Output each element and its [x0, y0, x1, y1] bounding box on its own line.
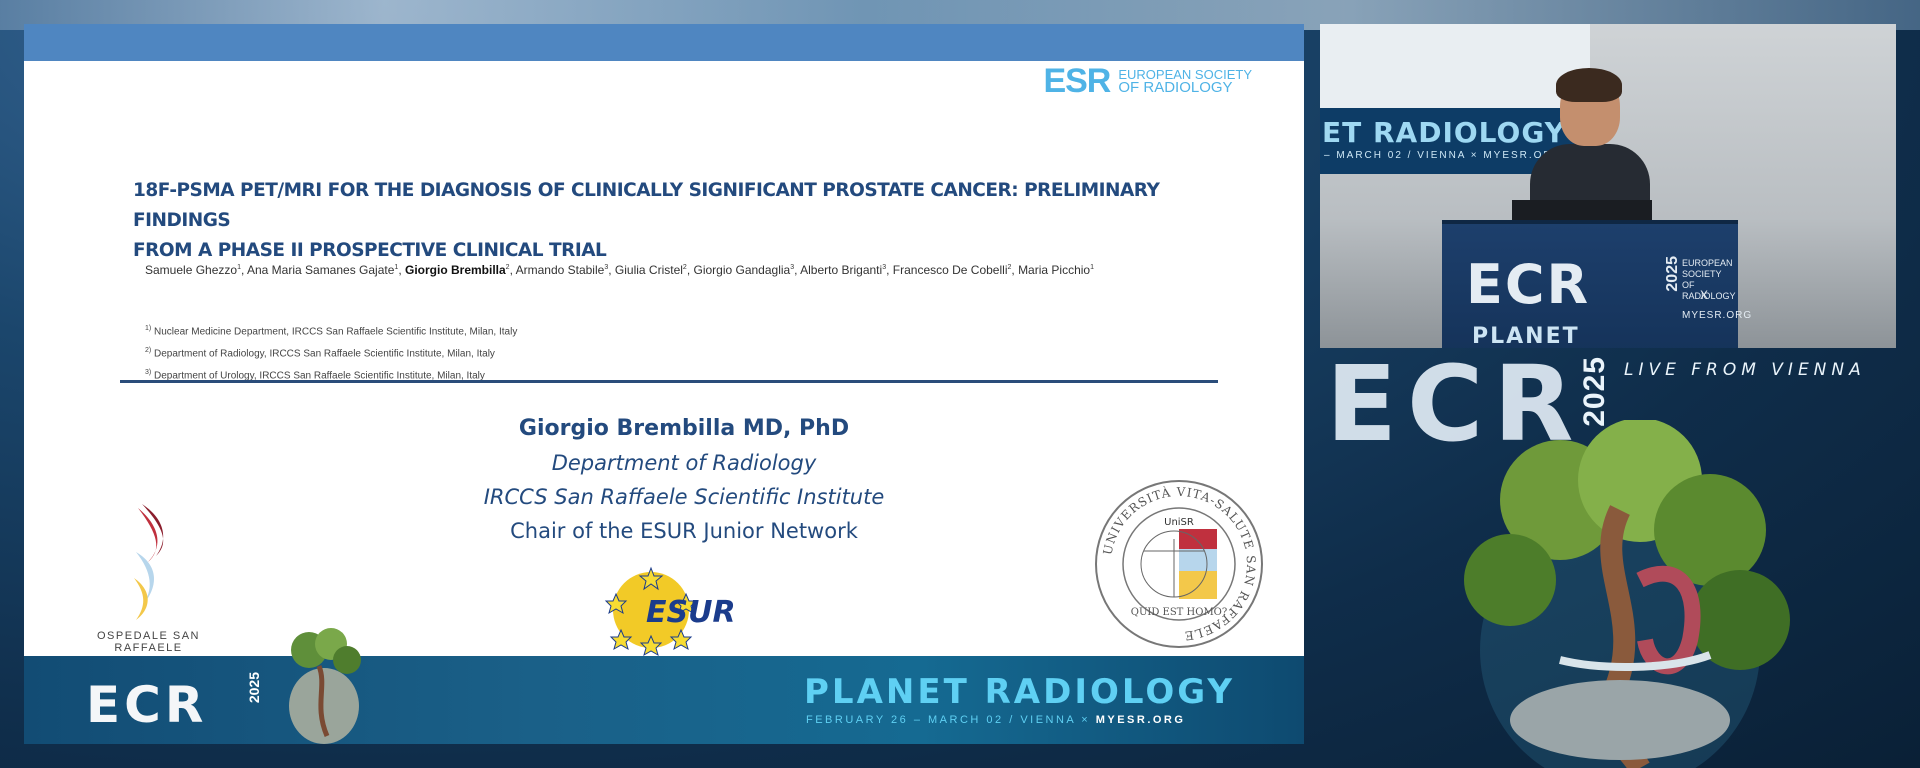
background-screen-slide	[1320, 24, 1590, 108]
author-affiliation-marker: 2	[682, 264, 687, 271]
ospedale-san-raffaele-logo: OSPEDALE SAN RAFFAELE	[76, 494, 221, 654]
footer-dates: FEBRUARY 26 – MARCH 02 / VIENNA × MYESR.…	[806, 714, 1185, 726]
speaker-hair	[1556, 68, 1622, 102]
live-from-vienna: LIVE FROM VIENNA	[1624, 360, 1866, 380]
ecr-logo-year: 2025	[1578, 356, 1611, 427]
author-name: Ana Maria Samanes Gajate	[246, 263, 395, 277]
podium: ECR 2025 PLANET EUROPEAN SOCIETY OF RADI…	[1442, 220, 1751, 348]
footer-planet-radiology: PLANET RADIOLOGY	[804, 672, 1236, 712]
affiliation-marker: 2)	[145, 347, 152, 354]
osr-flame-icon	[134, 504, 164, 620]
author-list: Samuele Ghezzo1, Ana Maria Samanes Gajat…	[145, 263, 1094, 277]
footer-planet-icon	[289, 628, 361, 744]
unisr-seal-logo: UNIVERSITÀ VITA-SALUTE SAN RAFFAELE UniS…	[1094, 479, 1264, 649]
author-affiliation-marker: 2	[505, 264, 510, 271]
slide-top-bar	[24, 24, 1304, 61]
author-affiliation-marker: 1	[237, 264, 241, 271]
esr-logo: ESR EUROPEAN SOCIETY OF RADIOLOGY	[1043, 64, 1252, 98]
author-affiliation-marker: 2	[1007, 264, 1012, 271]
footer-dates-text: FEBRUARY 26 – MARCH 02 / VIENNA ×	[806, 714, 1096, 726]
author-affiliation-marker: 3	[882, 264, 887, 271]
background-screen-dates: – MARCH 02 / VIENNA × MYESR.ORG	[1324, 150, 1563, 161]
podium-x: X	[1700, 288, 1709, 302]
footer-site: MYESR.ORG	[1095, 714, 1186, 726]
speaker-institute: IRCCS San Raffaele Scientific Institute	[483, 485, 885, 509]
talk-title-line1: 18F-PSMA PET/MRI FOR THE DIAGNOSIS OF CL…	[133, 180, 1160, 231]
footer-ecr-logo: ECR	[86, 676, 208, 734]
talk-title: 18F-PSMA PET/MRI FOR THE DIAGNOSIS OF CL…	[133, 176, 1233, 266]
author-affiliation-marker: 1	[1090, 264, 1094, 271]
affiliation-marker: 1)	[145, 325, 152, 332]
laptop	[1512, 200, 1652, 222]
author-name: Giorgio Brembilla	[404, 263, 506, 277]
speaker-role: Chair of the ESUR Junior Network	[510, 519, 858, 543]
unisr-seal-icon: UNIVERSITÀ VITA-SALUTE SAN RAFFAELE UniS…	[1095, 480, 1263, 648]
author-name: Maria Picchio	[1018, 263, 1091, 277]
author-name: Giorgio Gandaglia	[693, 263, 791, 277]
esr-logo-line2: OF RADIOLOGY	[1118, 79, 1233, 96]
speaker-block: Giorgio Brembilla MD, PhD Department of …	[384, 412, 984, 548]
author-name: Francesco De Cobelli	[892, 263, 1008, 277]
speaker-name: Giorgio Brembilla MD, PhD	[518, 416, 850, 441]
author-affiliation-marker: 3	[790, 264, 795, 271]
affiliation-2: 2) Department of Radiology, IRCCS San Ra…	[145, 347, 495, 360]
osr-label: OSPEDALE SAN RAFFAELE	[97, 630, 200, 654]
planet-tree-illustration	[1464, 420, 1790, 768]
esur-jn-logo: ESUR JN	[596, 564, 782, 659]
podium-ecr-logo: ECR	[1466, 253, 1591, 316]
affiliation-1: 1) Nuclear Medicine Department, IRCCS Sa…	[145, 325, 518, 338]
seal-center-text: UniSR	[1164, 517, 1194, 528]
speaker-camera-feed: ET RADIOLOGY – MARCH 02 / VIENNA × MYESR…	[1320, 24, 1896, 348]
esr-logo-mark: ESR	[1043, 62, 1111, 100]
affiliation-marker: 3)	[145, 369, 152, 376]
esur-jn-text: ESUR JN	[646, 595, 736, 630]
author-name: Samuele Ghezzo	[145, 263, 238, 277]
author-name: Giulia Cristel	[614, 263, 683, 277]
podium-site: MYESR.ORG	[1682, 310, 1753, 321]
author-name: Alberto Briganti	[800, 263, 883, 277]
background-screen-title: ET RADIOLOGY	[1322, 116, 1566, 149]
footer-ecr-year: 2025	[246, 672, 262, 704]
title-divider	[120, 380, 1218, 383]
esr-logo-text: EUROPEAN SOCIETY OF RADIOLOGY	[1118, 68, 1252, 96]
presentation-slide: ESR EUROPEAN SOCIETY OF RADIOLOGY 18F-PS…	[24, 24, 1304, 744]
speaker-department: Department of Radiology	[551, 451, 817, 475]
seal-motto: QUID EST HOMO?	[1131, 607, 1228, 618]
slide-footer-banner: ECR 2025 PLANET RADIOLOGY FEBRUARY 26 – …	[24, 628, 1304, 744]
author-affiliation-marker: 1	[394, 264, 399, 271]
esur-stars-icon: ESUR JN	[604, 566, 782, 657]
podium-year: 2025	[1664, 256, 1681, 292]
author-name: Armando Stabile	[515, 263, 605, 277]
author-affiliation-marker: 3	[604, 264, 609, 271]
